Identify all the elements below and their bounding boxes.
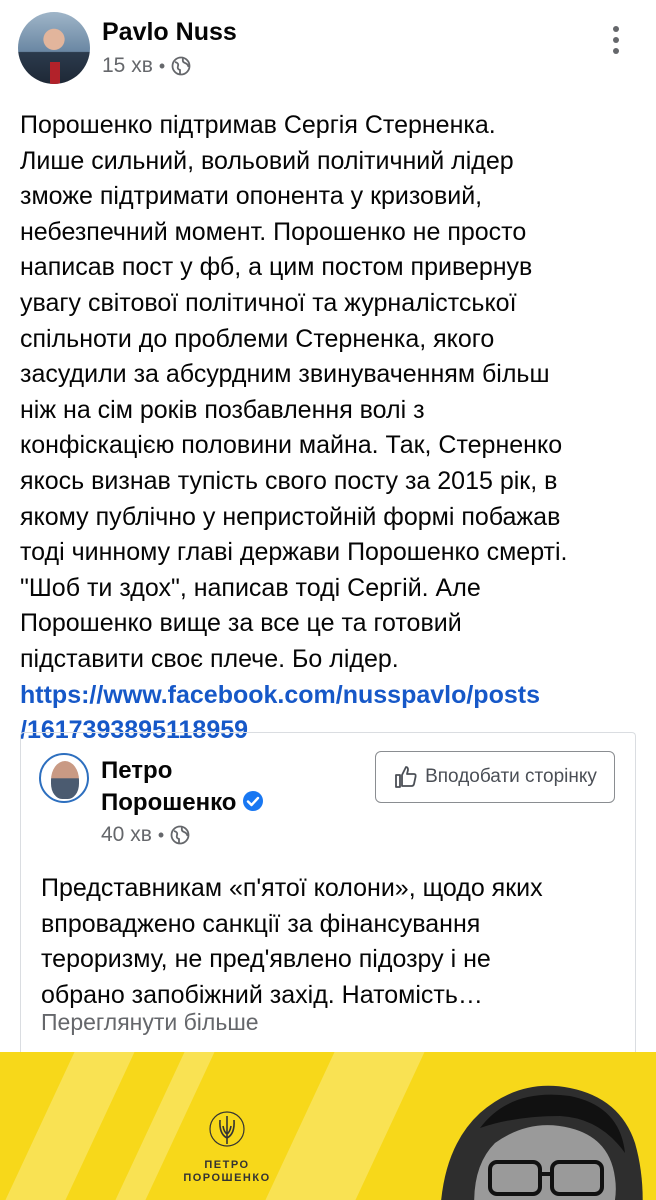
shared-post-time[interactable]: 40 хв <box>101 823 152 847</box>
logo-text-line1: ПЕТРО <box>204 1159 250 1171</box>
shared-post-card[interactable]: Петро Порошенко 40 хв • Вподобати сторін… <box>20 732 636 1052</box>
like-page-button[interactable]: Вподобати сторінку <box>375 751 615 803</box>
meta-separator: • <box>158 55 166 76</box>
author-avatar[interactable] <box>18 12 90 84</box>
thumbs-up-icon <box>395 766 417 788</box>
post-header: Pavlo Nuss 15 хв • <box>18 12 638 88</box>
page-avatar[interactable] <box>39 753 89 803</box>
logo-text-line2: ПОРОШЕНКО <box>183 1172 271 1184</box>
more-options-icon[interactable] <box>598 20 634 60</box>
shared-meta-separator: • <box>157 824 165 845</box>
verified-badge-icon <box>243 791 264 811</box>
party-logo: ПЕТРО ПОРОШЕНКО <box>182 1104 272 1185</box>
post-text: Порошенко підтримав Сергія Стерненка. Ли… <box>20 111 568 673</box>
like-page-label: Вподобати сторінку <box>425 766 597 787</box>
shared-post-text: Представникам «п'ятої колони», щодо яких… <box>41 874 543 1009</box>
page-name-last: Порошенко <box>101 789 237 816</box>
portrait-photo <box>441 1085 643 1200</box>
post-body: Порошенко підтримав Сергія Стерненка. Ли… <box>20 108 642 749</box>
shared-post-meta: 40 хв • <box>101 823 190 847</box>
page-name-first: Петро <box>101 757 173 784</box>
page-name[interactable]: Петро Порошенко <box>101 755 264 819</box>
globe-icon <box>171 56 191 76</box>
globe-icon <box>170 825 190 845</box>
author-name[interactable]: Pavlo Nuss <box>102 18 237 47</box>
post-image-banner[interactable]: ПЕТРО ПОРОШЕНКО <box>0 1052 656 1200</box>
see-more-link[interactable]: Переглянути більше <box>41 1009 259 1036</box>
post-time[interactable]: 15 хв <box>102 54 153 78</box>
trident-icon <box>209 1111 245 1147</box>
post-meta: 15 хв • <box>102 54 191 78</box>
